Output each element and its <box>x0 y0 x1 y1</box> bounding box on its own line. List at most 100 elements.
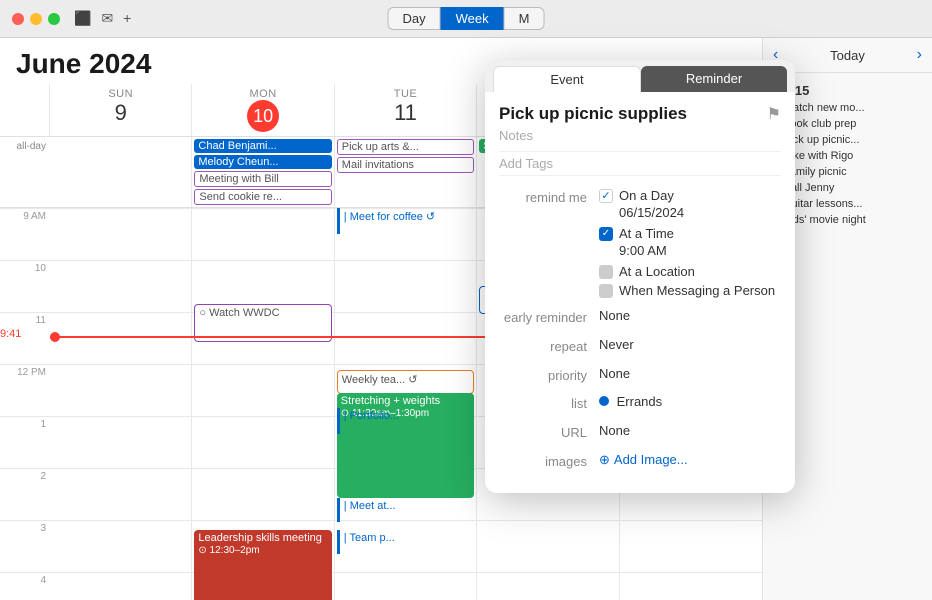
today-button[interactable]: Today <box>830 48 865 63</box>
add-image-label: Add Image... <box>614 452 688 467</box>
time-9am: 9 AM <box>0 208 50 260</box>
event-meet-coffee[interactable]: | Meet for coffee ↺ <box>337 208 474 234</box>
event-team-p[interactable]: | Team p... <box>337 530 474 554</box>
tab-week[interactable]: Week <box>441 7 504 30</box>
list-dot <box>599 396 609 406</box>
month-name: June <box>16 48 81 79</box>
at-a-time-row: ✓ At a Time <box>599 226 781 241</box>
titlebar-actions: ⬛ ✉ + <box>74 10 131 27</box>
when-messaging-check[interactable] <box>599 284 613 298</box>
event-chad-benjamin[interactable]: Chad Benjami... <box>194 139 331 153</box>
url-value[interactable]: None <box>599 423 781 438</box>
tab-event[interactable]: Event <box>493 66 641 92</box>
event-pick-up-arts[interactable]: Pick up arts &... <box>337 139 474 155</box>
at-a-time-check[interactable]: ✓ <box>599 227 613 241</box>
list-label: list <box>499 394 599 415</box>
time-value[interactable]: 9:00 AM <box>599 243 781 258</box>
time-10: 10 <box>0 260 50 312</box>
popup-repeat-row: repeat Never <box>499 337 781 358</box>
add-image-button[interactable]: ⊕ Add Image... <box>599 452 781 468</box>
next-month-button[interactable]: › <box>917 46 922 64</box>
time-12pm: 12 PM <box>0 364 50 416</box>
flag-button[interactable]: ⚑ <box>767 104 781 124</box>
event-meeting-bill[interactable]: Meeting with Bill <box>194 171 331 187</box>
list-name: Errands <box>617 394 663 409</box>
add-icon[interactable]: + <box>123 10 131 27</box>
time-1pm: 1 <box>0 416 50 468</box>
popup-images-row: images ⊕ Add Image... <box>499 452 781 473</box>
day-header-sun[interactable]: SUN 9 <box>50 84 192 136</box>
popup-early-reminder-row: early reminder None <box>499 308 781 329</box>
at-a-location-check[interactable] <box>599 265 613 279</box>
tab-day[interactable]: Day <box>388 7 441 30</box>
images-value: ⊕ Add Image... <box>599 452 781 468</box>
popup-body: Pick up picnic supplies ⚑ Notes Add Tags… <box>485 92 795 493</box>
year-name: 2024 <box>89 48 151 79</box>
url-label: URL <box>499 423 599 444</box>
tab-month[interactable]: M <box>504 7 545 30</box>
reminder-popup[interactable]: Event Reminder Pick up picnic supplies ⚑… <box>485 60 795 493</box>
fullscreen-button[interactable] <box>48 13 60 25</box>
on-a-day-row: ✓ On a Day <box>599 188 781 203</box>
event-send-cookie[interactable]: Send cookie re... <box>194 189 331 205</box>
current-time-dot <box>50 332 60 342</box>
early-reminder-label: early reminder <box>499 308 599 329</box>
when-messaging-row: When Messaging a Person <box>599 283 781 298</box>
minimize-button[interactable] <box>30 13 42 25</box>
repeat-label: repeat <box>499 337 599 358</box>
popup-tabs: Event Reminder <box>485 60 795 92</box>
inbox-icon[interactable]: ✉ <box>101 10 113 27</box>
add-icon: ⊕ <box>599 452 610 468</box>
event-portfolio[interactable]: | Portfolio... <box>337 408 474 434</box>
date-value[interactable]: 06/15/2024 <box>599 205 781 220</box>
early-reminder-value[interactable]: None <box>599 308 781 323</box>
popup-notes[interactable]: Notes <box>499 128 781 143</box>
view-tabs: Day Week M <box>388 7 545 30</box>
sidebar-toggle-icon[interactable]: ⬛ <box>74 10 91 27</box>
day-header-mon[interactable]: MON 10 <box>192 84 334 136</box>
time-2pm: 2 <box>0 468 50 520</box>
close-button[interactable] <box>12 13 24 25</box>
time-4pm: 4 <box>0 572 50 600</box>
popup-title-row: Pick up picnic supplies ⚑ <box>499 104 781 124</box>
col-sun <box>50 208 192 600</box>
when-messaging-label[interactable]: When Messaging a Person <box>619 283 775 298</box>
popup-tags[interactable]: Add Tags <box>499 151 781 176</box>
priority-label: priority <box>499 366 599 387</box>
popup-url-row: URL None <box>499 423 781 444</box>
popup-title: Pick up picnic supplies <box>499 104 687 124</box>
all-day-tue: Pick up arts &... Mail invitations <box>335 137 477 207</box>
on-a-day-label[interactable]: On a Day <box>619 188 674 203</box>
priority-value[interactable]: None <box>599 366 781 381</box>
remind-me-value: ✓ On a Day 06/15/2024 ✓ At a Time 9:00 A… <box>599 188 781 300</box>
col-tue: | Meet for coffee ↺ Weekly tea... ↺ Stre… <box>335 208 477 600</box>
event-label: Watch new mo... <box>783 102 865 114</box>
titlebar: ⬛ ✉ + Day Week M <box>0 0 932 38</box>
on-a-day-check[interactable]: ✓ <box>599 189 613 203</box>
event-weekly-tea[interactable]: Weekly tea... ↺ <box>337 370 474 394</box>
all-day-mon: Chad Benjami... Melody Cheun... Meeting … <box>192 137 334 207</box>
popup-remind-me-row: remind me ✓ On a Day 06/15/2024 ✓ At a <box>499 188 781 300</box>
at-a-location-label[interactable]: At a Location <box>619 264 695 279</box>
event-mail-invitations[interactable]: Mail invitations <box>337 157 474 173</box>
event-meet-at[interactable]: | Meet at... <box>337 498 474 522</box>
traffic-lights <box>12 13 60 25</box>
all-day-label: all-day <box>0 137 50 207</box>
event-label: Kids' movie night <box>783 214 866 226</box>
event-leadership[interactable]: Leadership skills meeting⊙ 12:30–2pm <box>194 530 331 600</box>
at-a-time-label[interactable]: At a Time <box>619 226 674 241</box>
at-a-location-row: At a Location <box>599 264 781 279</box>
time-3pm: 3 <box>0 520 50 572</box>
popup-list-row: list Errands <box>499 394 781 415</box>
tab-reminder[interactable]: Reminder <box>641 66 787 92</box>
remind-me-label: remind me <box>499 188 599 209</box>
all-day-sun <box>50 137 192 207</box>
col-mon: ○ Watch WWDC Leadership skills meeting⊙ … <box>192 208 334 600</box>
event-melody-cheung[interactable]: Melody Cheun... <box>194 155 331 169</box>
day-header-tue[interactable]: TUE 11 <box>335 84 477 136</box>
time-labels-col: 9 AM 10 11 12 PM 1 2 3 4 5 6 <box>0 208 50 600</box>
popup-priority-row: priority None <box>499 366 781 387</box>
list-value[interactable]: Errands <box>599 394 781 409</box>
images-label: images <box>499 452 599 473</box>
repeat-value[interactable]: Never <box>599 337 781 352</box>
